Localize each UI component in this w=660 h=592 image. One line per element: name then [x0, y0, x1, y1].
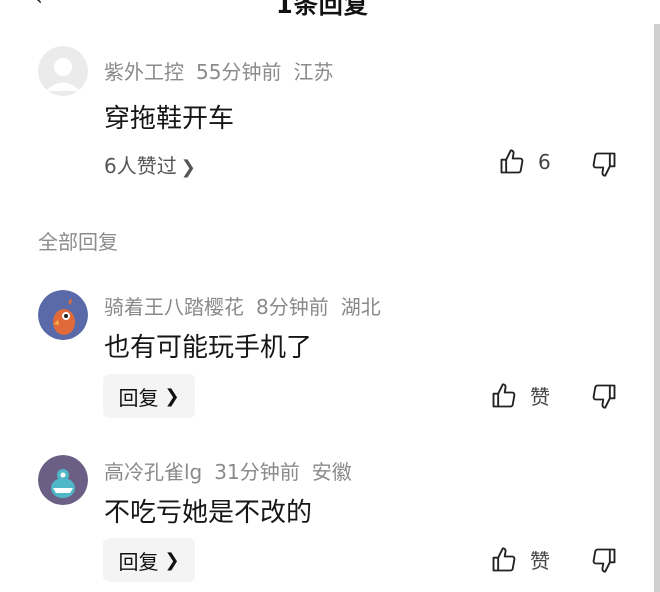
- dislike-button[interactable]: [590, 382, 618, 414]
- reply-meta: 骑着王八踏樱花 8分钟前 湖北: [104, 291, 393, 320]
- reply-text: 也有可能玩手机了: [104, 333, 313, 363]
- reply-text: 不吃亏她是不改的: [104, 498, 313, 528]
- location: 安徽: [311, 460, 352, 484]
- scrollbar[interactable]: [654, 24, 660, 592]
- back-chevron-icon[interactable]: ‹: [34, 0, 43, 11]
- thumbs-down-icon: [592, 152, 616, 177]
- like-label: 赞: [530, 549, 550, 573]
- chevron-right-icon: ❯: [164, 385, 180, 407]
- avatar[interactable]: [38, 46, 88, 96]
- comment-meta: 紫外工控 55分钟前 江苏: [104, 56, 345, 85]
- thumbs-down-icon: [592, 548, 616, 573]
- timestamp: 31分钟前: [214, 460, 300, 484]
- reply-label: 回复: [118, 385, 159, 410]
- like-label: 赞: [530, 385, 550, 409]
- top-bar: ‹ 1条回复: [0, 0, 660, 16]
- like-count: 6: [538, 150, 551, 174]
- thumbs-up-icon: [492, 546, 516, 571]
- like-button[interactable]: 赞: [490, 381, 550, 410]
- monster-avatar-icon: [38, 455, 88, 505]
- reply-button[interactable]: 回复 ❯: [103, 374, 195, 418]
- location: 湖北: [340, 295, 381, 319]
- bird-avatar-icon: [38, 290, 88, 340]
- chevron-right-icon: ❯: [164, 549, 180, 571]
- dislike-button[interactable]: [590, 546, 618, 578]
- avatar[interactable]: [38, 290, 88, 340]
- username[interactable]: 骑着王八踏樱花: [104, 295, 244, 319]
- location: 江苏: [293, 60, 334, 84]
- timestamp: 55分钟前: [196, 60, 282, 84]
- thumbs-up-icon: [492, 382, 516, 407]
- liked-by-link[interactable]: 6人赞过 ❯: [104, 150, 196, 179]
- dislike-button[interactable]: [590, 150, 618, 182]
- comment-text: 穿拖鞋开车: [104, 104, 235, 134]
- timestamp: 8分钟前: [256, 295, 329, 319]
- reply-label: 回复: [118, 549, 159, 574]
- liked-by-label: 6人赞过: [104, 154, 177, 178]
- thumbs-up-icon: [500, 149, 524, 174]
- avatar[interactable]: [38, 455, 88, 505]
- like-button[interactable]: 6: [498, 148, 551, 176]
- username[interactable]: 紫外工控: [104, 60, 184, 84]
- reply-button[interactable]: 回复 ❯: [103, 538, 195, 582]
- like-button[interactable]: 赞: [490, 545, 550, 574]
- reply-meta: 高冷孔雀lg 31分钟前 安徽: [104, 456, 364, 485]
- default-avatar-icon: [38, 46, 88, 96]
- username[interactable]: 高冷孔雀lg: [104, 460, 202, 484]
- page-title: 1条回复: [276, 0, 369, 16]
- thumbs-down-icon: [592, 384, 616, 409]
- section-label: 全部回复: [38, 230, 118, 254]
- chevron-right-icon: ❯: [180, 157, 196, 178]
